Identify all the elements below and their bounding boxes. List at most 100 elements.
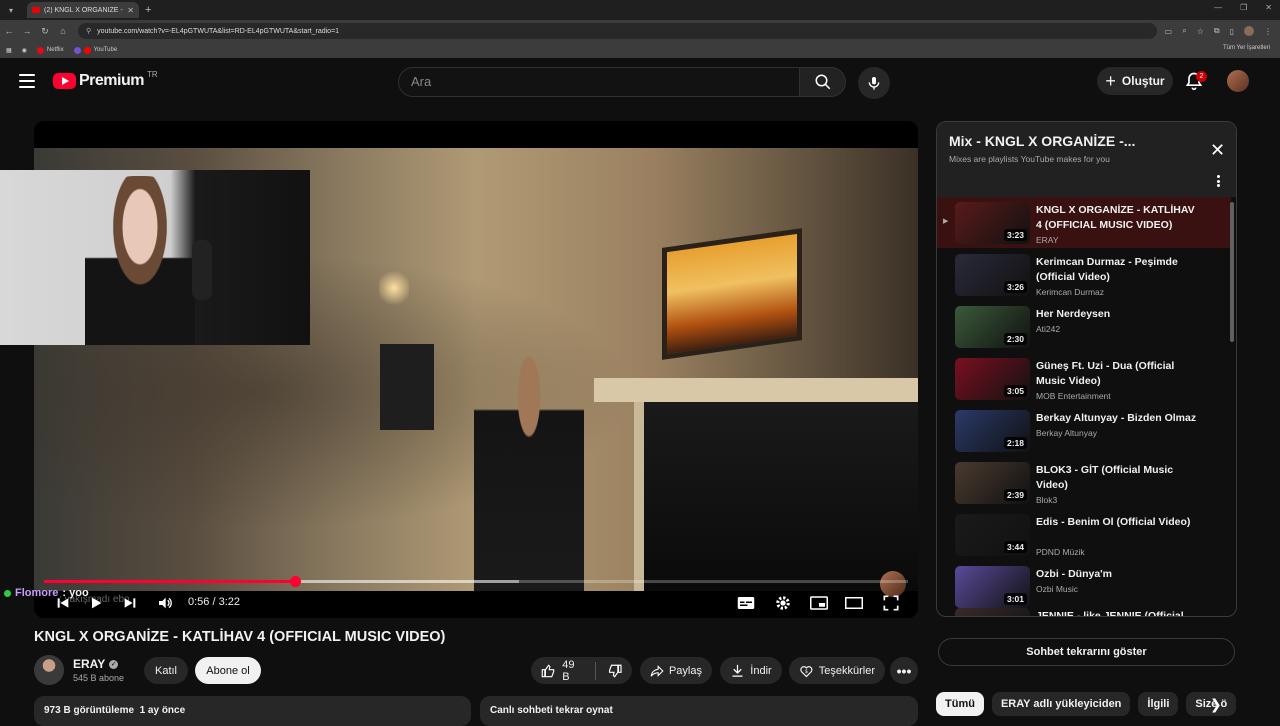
playlist-thumbnail[interactable]: 3:44	[955, 514, 1030, 556]
playlist-thumbnail[interactable]: 3:26	[955, 254, 1030, 296]
more-actions-button[interactable]: •••	[890, 657, 918, 684]
playlist-thumbnail[interactable]: 3:01	[955, 566, 1030, 608]
playlist-item-channel: Ozbi Music	[1036, 584, 1079, 594]
progress-bar[interactable]	[44, 576, 908, 587]
tab-search-icon[interactable]: ▾	[3, 3, 19, 17]
scrubber-handle[interactable]	[289, 576, 301, 587]
share-button[interactable]: Paylaş	[640, 657, 712, 684]
subscribe-button[interactable]: Abone ol	[195, 657, 261, 684]
back-icon[interactable]: ←	[0, 26, 18, 36]
plus-icon: +	[1105, 71, 1116, 91]
playlist-item[interactable]: 3:05 Güneş Ft. Uzi - Dua (Official Music …	[937, 353, 1231, 404]
playlist-title[interactable]: Mix - KNGL X ORGANİZE -...	[949, 133, 1135, 149]
close-playlist-icon[interactable]: ✕	[1210, 140, 1225, 161]
time-display: 0:56 / 3:22	[188, 596, 240, 608]
chip-all[interactable]: Tümü	[936, 692, 984, 716]
playlist-item-title: Edis - Benim Ol (Official Video)	[1036, 516, 1191, 528]
playlist-thumbnail[interactable]: 2:39	[955, 462, 1030, 504]
settings-button[interactable]	[774, 594, 792, 612]
playlist-thumbnail[interactable]: 3:23	[955, 202, 1030, 244]
playlist-item-channel: Ati242	[1036, 324, 1061, 334]
download-button[interactable]: İndir	[720, 657, 782, 684]
extensions-icon[interactable]: ⧉	[1214, 26, 1220, 36]
duration-badge: 2:30	[1003, 333, 1027, 345]
browser-tab[interactable]: (2) KNGL X ORGANİZE - KATLİH ✕	[27, 2, 139, 18]
netflix-icon	[36, 46, 44, 54]
play-button[interactable]	[87, 594, 105, 612]
playlist-item[interactable]: 2:39 BLOK3 - GİT (Official Music Video) Bl…	[937, 457, 1231, 508]
chip-related[interactable]: İlgili	[1138, 692, 1179, 716]
all-bookmarks[interactable]: Tüm Yer İşaretleri	[1223, 45, 1270, 51]
profile-avatar[interactable]	[1244, 26, 1254, 36]
chip-from-uploader[interactable]: ERAY adlı yükleyiciden	[991, 692, 1131, 716]
played-bar	[44, 580, 295, 583]
thanks-button[interactable]: $ Teşekkürler	[789, 657, 885, 684]
minimize-icon[interactable]: —	[1214, 3, 1222, 12]
search-input[interactable]: Ara	[398, 67, 800, 97]
playlist-item[interactable]: ▶ 3:23 KNGL X ORGANİZE - KATLİHAV 4 (OFFIC…	[937, 197, 1231, 248]
play-icon	[92, 597, 102, 609]
apps-icon[interactable]: ▦	[6, 47, 12, 54]
zoom-icon[interactable]: ⌕	[1182, 26, 1186, 36]
description-box[interactable]: 973 B görüntüleme 1 ay önce	[34, 696, 471, 726]
filter-chips: Tümü ERAY adlı yükleyiciden İlgili Size …	[936, 692, 1237, 716]
chat-replay-box[interactable]: Canlı sohbeti tekrar oynat	[480, 696, 918, 726]
playlist-item[interactable]: 2:30 Her Nerdeysen Ati242	[937, 301, 1231, 352]
theater-icon	[845, 597, 863, 609]
duration-badge: 2:39	[1003, 489, 1027, 501]
more-horizontal-icon: •••	[896, 662, 912, 679]
next-button[interactable]	[121, 594, 139, 612]
playlist-thumbnail[interactable]: 3:05	[955, 358, 1030, 400]
chrome-icon[interactable]: ◉	[22, 47, 27, 54]
search-button[interactable]	[799, 67, 846, 97]
subtitles-icon	[737, 597, 755, 609]
new-tab-icon[interactable]: +	[145, 4, 151, 16]
url-field[interactable]: ⚲ youtube.com/watch?v=-EL4pGTWUTA&list=R…	[78, 23, 1157, 39]
playlist-item[interactable]: 3:44 Edis - Benim Ol (Official Video) PDND…	[937, 509, 1231, 560]
theater-mode-button[interactable]	[845, 594, 863, 612]
restore-icon[interactable]: ❐	[1240, 3, 1247, 12]
status-dot-icon	[4, 589, 11, 597]
playlist-item[interactable]: 3:26 Kerimcan Durmaz - Peşimde (Official …	[937, 249, 1231, 300]
thumbs-down-icon[interactable]	[607, 663, 622, 679]
youtube-logo[interactable]: Premium TR	[53, 70, 158, 90]
site-info-icon[interactable]: ⚲	[86, 27, 91, 35]
close-tab-icon[interactable]: ✕	[127, 6, 134, 15]
miniplayer-icon	[810, 596, 828, 610]
playlist-scrollbar[interactable]	[1230, 202, 1234, 342]
reload-icon[interactable]: ↻	[36, 26, 54, 37]
playlist-item[interactable]: 2:18 Berkay Altunyay - Bizden Olmaz Berkay…	[937, 405, 1231, 456]
channel-name[interactable]: ERAY ✓	[73, 657, 119, 671]
youtube-favicon-icon	[32, 7, 40, 13]
playlist-thumbnail[interactable]: 2:18	[955, 410, 1030, 452]
playlist-thumbnail[interactable]	[955, 608, 1030, 616]
player-controls: 0:56 / 3:22	[34, 587, 918, 618]
chevron-right-icon[interactable]: ❯	[1210, 696, 1222, 713]
like-button[interactable]: 49 B	[541, 659, 584, 683]
sidepanel-icon[interactable]: ▯	[1230, 27, 1234, 36]
close-window-icon[interactable]: ✕	[1265, 3, 1272, 12]
window-controls: — ❐ ✕	[1214, 3, 1272, 12]
join-button[interactable]: Katıl	[144, 657, 188, 684]
menu-icon[interactable]	[19, 74, 35, 88]
forward-icon[interactable]: →	[18, 26, 36, 36]
show-chat-replay-button[interactable]: Sohbet tekrarını göster	[938, 638, 1235, 666]
playlist-item[interactable]: JENNIE - like JENNIE (Official	[937, 603, 1231, 616]
create-button[interactable]: + Oluştur	[1097, 67, 1173, 95]
account-avatar[interactable]	[1227, 70, 1249, 92]
browser-menu-icon[interactable]: ⋮	[1264, 27, 1272, 36]
playlist-more-icon[interactable]	[1216, 175, 1220, 187]
playlist-thumbnail[interactable]: 2:30	[955, 306, 1030, 348]
miniplayer-button[interactable]	[810, 594, 828, 612]
channel-avatar[interactable]	[34, 655, 64, 685]
bookmark-netflix[interactable]: Netflix	[36, 46, 64, 54]
cast-icon[interactable]: ▭	[1165, 27, 1173, 36]
fullscreen-button[interactable]	[882, 594, 900, 612]
volume-button[interactable]	[156, 594, 174, 612]
bookmark-youtube[interactable]: YouTube	[73, 46, 117, 54]
home-icon[interactable]: ⌂	[54, 26, 72, 36]
bookmark-star-icon[interactable]: ☆	[1197, 27, 1204, 36]
subtitles-button[interactable]	[737, 594, 755, 612]
voice-search-button[interactable]	[858, 67, 890, 99]
playlist-item-channel: MOB Entertainment	[1036, 391, 1111, 401]
